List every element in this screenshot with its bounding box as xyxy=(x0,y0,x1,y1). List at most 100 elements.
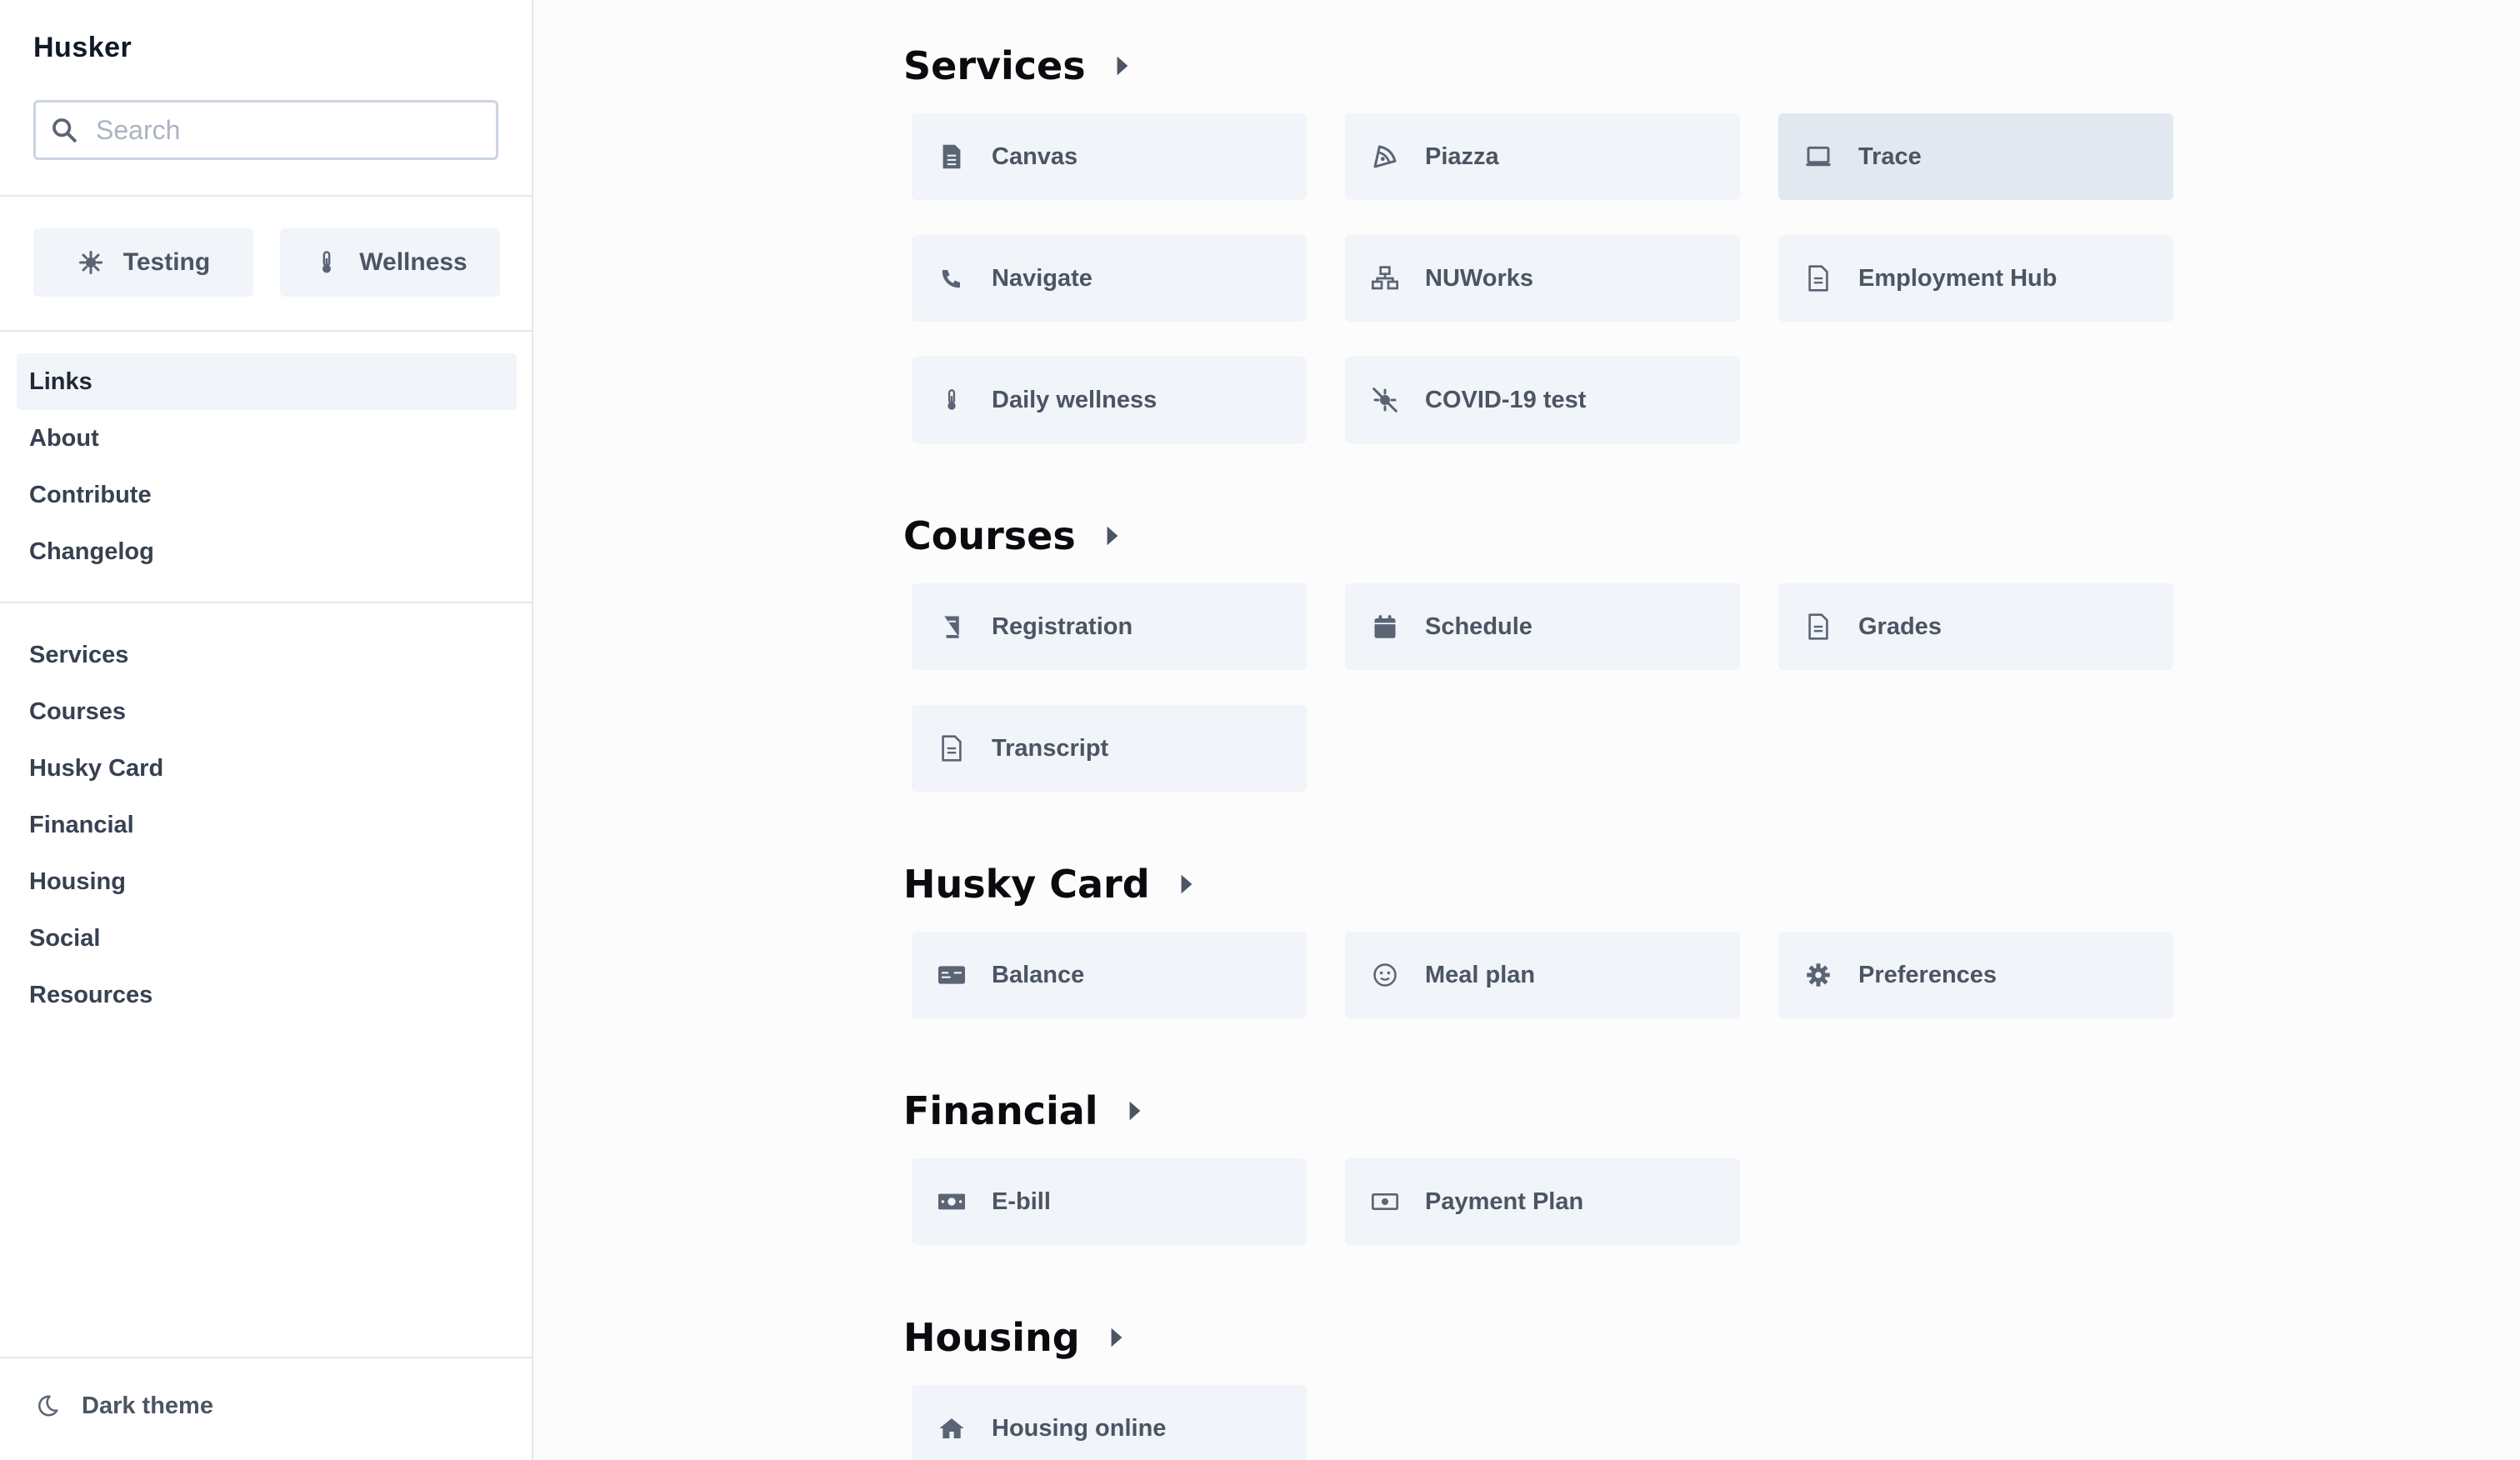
search-box[interactable] xyxy=(33,100,498,160)
document-icon xyxy=(937,142,967,172)
link-label: Piazza xyxy=(1425,142,1499,170)
document-icon xyxy=(1803,263,1833,293)
link-meal-plan[interactable]: Meal plan xyxy=(1345,932,1740,1018)
virus-icon xyxy=(77,248,105,277)
section-title-husky-card[interactable]: Husky Card xyxy=(903,862,1193,907)
nav-item-husky-card[interactable]: Husky Card xyxy=(17,740,517,797)
sidebar: Husker Testing Wellness Links About Cont… xyxy=(0,0,533,1460)
nav-item-financial[interactable]: Financial xyxy=(17,797,517,853)
section-title-text: Husky Card xyxy=(903,862,1150,907)
link-label: Housing online xyxy=(992,1414,1167,1442)
document-icon xyxy=(1803,612,1833,642)
id-card-icon xyxy=(937,960,967,990)
piazza-icon xyxy=(1370,142,1400,172)
section-nav: Services Courses Husky Card Financial Ho… xyxy=(17,627,517,1023)
laptop-icon xyxy=(1803,142,1833,172)
link-registration[interactable]: Registration xyxy=(912,583,1307,670)
smile-icon xyxy=(1370,960,1400,990)
section-title-financial[interactable]: Financial xyxy=(903,1088,1142,1133)
link-label: Employment Hub xyxy=(1858,264,2058,292)
link-label: Daily wellness xyxy=(992,386,1158,413)
caret-right-icon xyxy=(1180,873,1193,895)
link-label: Balance xyxy=(992,961,1085,988)
money-bill-icon xyxy=(937,1187,967,1217)
dark-theme-toggle[interactable]: Dark theme xyxy=(33,1392,213,1420)
nav-item-contribute[interactable]: Contribute xyxy=(17,467,517,523)
book-icon xyxy=(937,612,967,642)
nav-item-about[interactable]: About xyxy=(17,410,517,467)
section-title-text: Courses xyxy=(903,513,1076,558)
sidebar-divider xyxy=(0,1357,533,1358)
gear-icon xyxy=(1803,960,1833,990)
link-label: Preferences xyxy=(1858,961,1998,988)
sidebar-divider xyxy=(0,602,533,603)
link-piazza[interactable]: Piazza xyxy=(1345,113,1740,200)
link-housing-online[interactable]: Housing online xyxy=(912,1385,1307,1460)
testing-button[interactable]: Testing xyxy=(33,228,253,297)
nav-item-housing[interactable]: Housing xyxy=(17,853,517,910)
caret-right-icon xyxy=(1116,55,1129,77)
link-daily-wellness[interactable]: Daily wellness xyxy=(912,357,1307,443)
link-e-bill[interactable]: E-bill xyxy=(912,1158,1307,1245)
thermometer-icon xyxy=(312,248,341,277)
link-schedule[interactable]: Schedule xyxy=(1345,583,1740,670)
link-preferences[interactable]: Preferences xyxy=(1778,932,2173,1018)
link-label: NUWorks xyxy=(1425,264,1533,292)
wellness-button[interactable]: Wellness xyxy=(280,228,500,297)
home-icon xyxy=(937,1413,967,1443)
section-title-services[interactable]: Services xyxy=(903,43,1129,88)
app-brand[interactable]: Husker xyxy=(33,32,132,64)
primary-nav: Links About Contribute Changelog xyxy=(17,353,517,580)
link-employment-hub[interactable]: Employment Hub xyxy=(1778,235,2173,322)
link-label: Navigate xyxy=(992,264,1092,292)
link-nuworks[interactable]: NUWorks xyxy=(1345,235,1740,322)
section-title-text: Housing xyxy=(903,1315,1080,1360)
network-icon xyxy=(1370,263,1400,293)
testing-label: Testing xyxy=(122,248,211,276)
moon-icon xyxy=(33,1392,62,1420)
document-icon xyxy=(937,733,967,763)
section-title-text: Services xyxy=(903,43,1086,88)
section-title-courses[interactable]: Courses xyxy=(903,513,1119,558)
link-payment-plan[interactable]: Payment Plan xyxy=(1345,1158,1740,1245)
link-label: Trace xyxy=(1858,142,1922,170)
phone-icon xyxy=(937,263,967,293)
caret-right-icon xyxy=(1106,525,1119,547)
nav-item-links[interactable]: Links xyxy=(17,353,517,410)
link-label: Transcript xyxy=(992,734,1109,762)
wellness-label: Wellness xyxy=(359,248,468,276)
link-label: Meal plan xyxy=(1425,961,1536,988)
caret-right-icon xyxy=(1128,1100,1142,1122)
section-title-housing[interactable]: Housing xyxy=(903,1315,1123,1360)
link-label: Registration xyxy=(992,612,1133,640)
nav-item-changelog[interactable]: Changelog xyxy=(17,523,517,580)
sidebar-divider xyxy=(0,195,533,197)
nav-item-services[interactable]: Services xyxy=(17,627,517,683)
virus-slash-icon xyxy=(1370,385,1400,415)
link-label: Payment Plan xyxy=(1425,1188,1584,1215)
link-label: COVID-19 test xyxy=(1425,386,1587,413)
link-label: Schedule xyxy=(1425,612,1532,640)
link-grades[interactable]: Grades xyxy=(1778,583,2173,670)
link-canvas[interactable]: Canvas xyxy=(912,113,1307,200)
link-trace[interactable]: Trace xyxy=(1778,113,2173,200)
search-input[interactable] xyxy=(96,114,479,146)
nav-item-social[interactable]: Social xyxy=(17,910,517,967)
link-label: Canvas xyxy=(992,142,1078,170)
search-icon xyxy=(48,113,81,147)
link-label: Grades xyxy=(1858,612,1942,640)
calendar-icon xyxy=(1370,612,1400,642)
link-transcript[interactable]: Transcript xyxy=(912,705,1307,792)
thermometer-icon xyxy=(937,385,967,415)
nav-item-resources[interactable]: Resources xyxy=(17,967,517,1023)
money-bill-outline-icon xyxy=(1370,1187,1400,1217)
sidebar-divider xyxy=(0,330,533,332)
link-covid-19-test[interactable]: COVID-19 test xyxy=(1345,357,1740,443)
nav-item-courses[interactable]: Courses xyxy=(17,683,517,740)
section-title-text: Financial xyxy=(903,1088,1098,1133)
dark-theme-label: Dark theme xyxy=(82,1392,213,1419)
link-balance[interactable]: Balance xyxy=(912,932,1307,1018)
link-label: E-bill xyxy=(992,1188,1051,1215)
caret-right-icon xyxy=(1110,1327,1123,1348)
link-navigate[interactable]: Navigate xyxy=(912,235,1307,322)
